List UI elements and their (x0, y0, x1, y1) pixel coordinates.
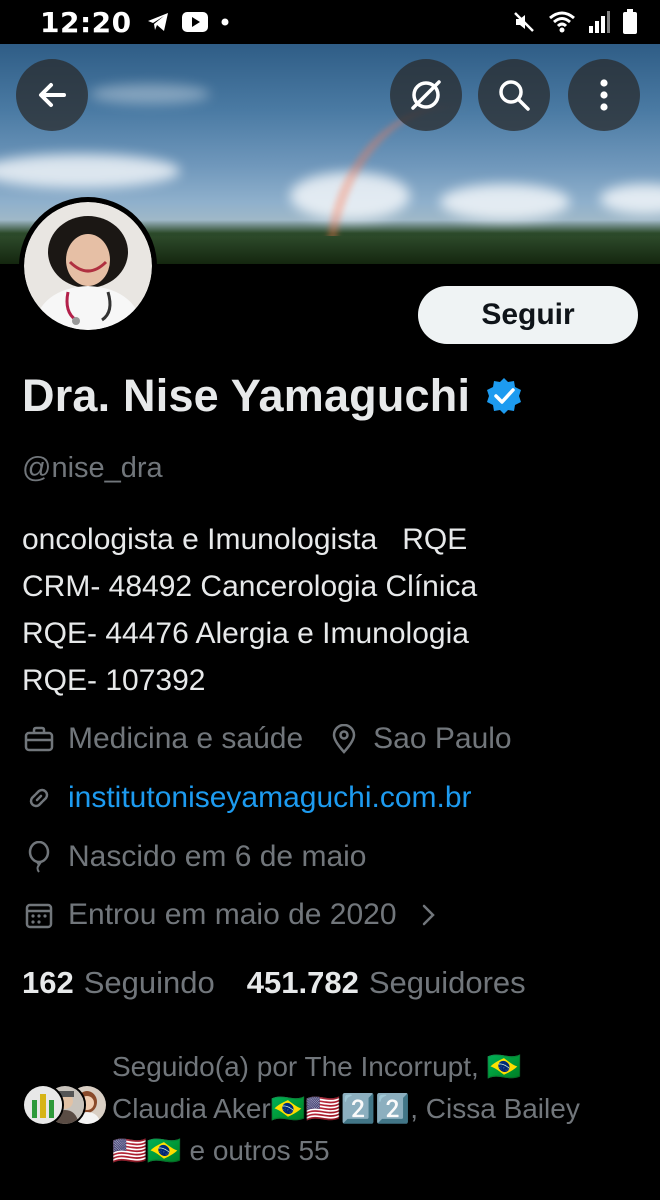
profile-birthday: Nascido em 6 de maio (68, 840, 367, 873)
followed-by-line: 🇺🇸🇧🇷 e outros 55 (112, 1135, 330, 1166)
profile-category: Medicina e saúde (68, 722, 304, 755)
youtube-icon (181, 12, 208, 32)
profile-name-row: Dra. Nise Yamaguchi (22, 370, 524, 422)
mute-icon (512, 10, 536, 34)
back-button[interactable] (16, 59, 88, 131)
profile-follow-counts: 162 Seguindo 451.782 Seguidores (22, 965, 526, 1001)
location-pin-icon (327, 722, 361, 756)
status-bar: 12:20 (0, 0, 660, 44)
followers-link[interactable]: 451.782 Seguidores (247, 965, 526, 1001)
following-count: 162 (22, 965, 74, 1000)
bio-line: RQE- 44476 Alergia e Imunologia (22, 617, 469, 650)
profile-meta-joined[interactable]: Entrou em maio de 2020 (22, 898, 457, 932)
followed-by-text: Seguido(a) por The Incorrupt, 🇧🇷 Claudia… (112, 1046, 652, 1172)
profile-joined-date: Entrou em maio de 2020 (68, 898, 397, 931)
bio-line: CRM- 48492 Cancerologia Clínica (22, 570, 478, 603)
profile-avatar[interactable] (19, 197, 157, 335)
battery-icon (622, 9, 638, 35)
profile-screen: 12:20 Seguir Dra. Nise Yamaguchi @nise_d… (0, 0, 660, 1200)
avatar (24, 202, 152, 330)
wifi-icon (548, 10, 576, 34)
profile-handle: @nise_dra (22, 452, 163, 484)
followed-by-line: Seguido(a) por The Incorrupt, 🇧🇷 (112, 1051, 522, 1082)
grok-icon (407, 76, 445, 114)
following-link[interactable]: 162 Seguindo (22, 965, 215, 1001)
verified-badge-icon[interactable] (484, 376, 524, 416)
profile-website-link[interactable]: institutoniseyamaguchi.com.br (68, 781, 472, 815)
profile-location: Sao Paulo (373, 722, 512, 755)
more-vertical-icon (598, 78, 610, 112)
followed-by-line: Claudia Aker🇧🇷🇺🇸2️⃣2️⃣, Cissa Bailey (112, 1093, 580, 1124)
profile-meta-website: institutoniseyamaguchi.com.br (22, 781, 472, 815)
profile-meta-birthday: Nascido em 6 de maio (22, 840, 366, 874)
telegram-icon (146, 11, 170, 33)
following-label: Seguindo (83, 965, 215, 1000)
profile-bio: oncologista e Imunologista RQE CRM- 4849… (22, 516, 642, 704)
status-time: 12:20 (40, 5, 132, 39)
avatar (22, 1084, 64, 1126)
follow-button[interactable]: Seguir (418, 286, 638, 344)
bio-line: RQE- 107392 (22, 664, 206, 697)
search-icon (496, 77, 532, 113)
bio-line: oncologista e Imunologista RQE (22, 523, 468, 556)
balloon-icon (22, 840, 56, 874)
profile-meta-category-location: Medicina e saúde Sao Paulo (22, 722, 512, 756)
dot-icon (220, 17, 230, 27)
signal-icon (588, 10, 610, 34)
link-icon (22, 781, 56, 815)
chevron-right-icon (411, 898, 445, 932)
followed-by-section[interactable]: Seguido(a) por The Incorrupt, 🇧🇷 Claudia… (22, 1046, 652, 1172)
briefcase-icon (22, 722, 56, 756)
search-button[interactable] (478, 59, 550, 131)
calendar-icon (22, 898, 56, 932)
back-arrow-icon (34, 77, 70, 113)
followers-count: 451.782 (246, 965, 359, 1000)
followed-by-avatars (22, 1084, 110, 1144)
display-name: Dra. Nise Yamaguchi (22, 370, 471, 421)
more-options-button[interactable] (568, 59, 640, 131)
followers-label: Seguidores (368, 965, 526, 1000)
grok-button[interactable] (390, 59, 462, 131)
